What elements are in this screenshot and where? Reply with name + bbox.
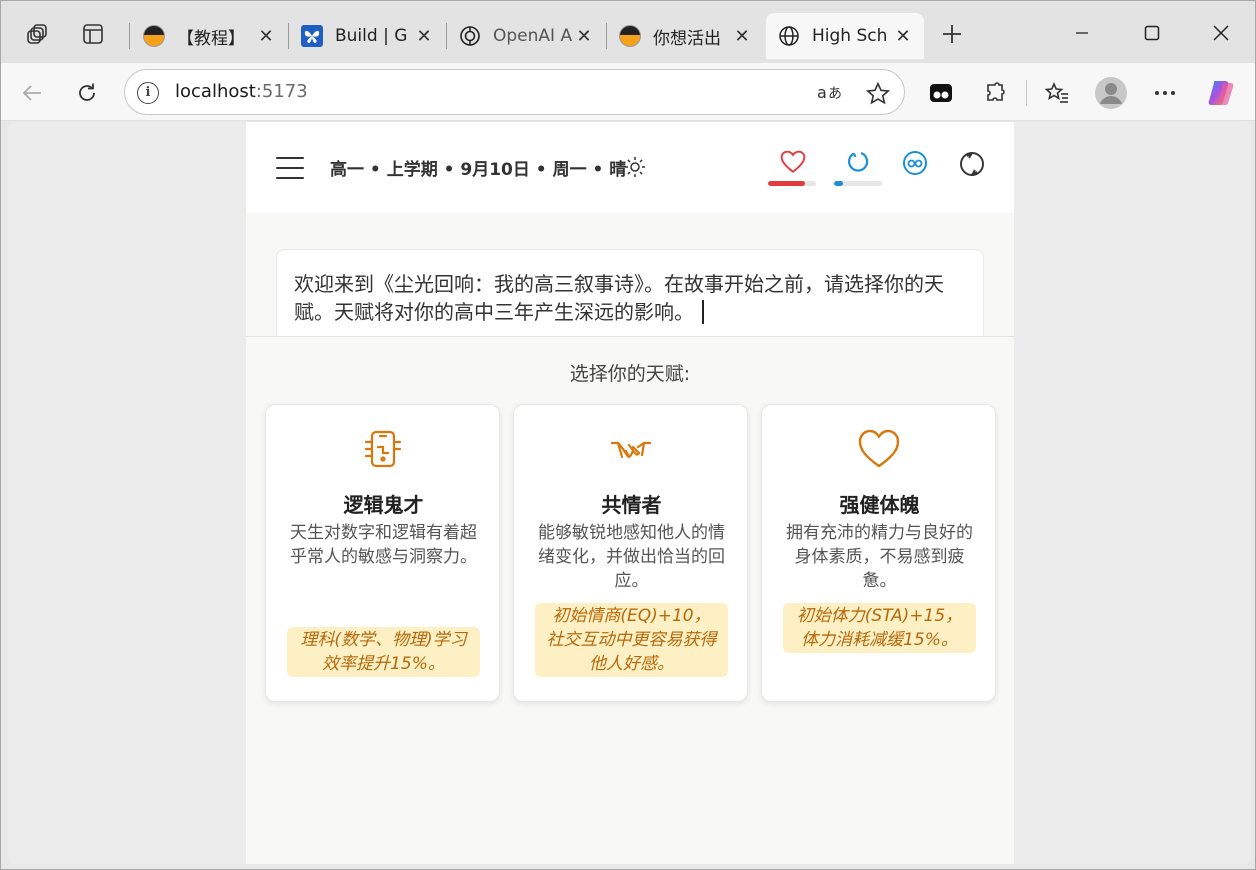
favorites-list-icon[interactable]	[1040, 76, 1074, 110]
talent-choice-panel: 选择你的天赋: 逻辑鬼才 天生对数字和逻辑有着超乎常人的敏感与洞察力。 理科(数…	[246, 336, 1014, 864]
handshake-icon	[610, 441, 652, 459]
info-icon[interactable]: i	[137, 82, 159, 104]
talent-name: 逻辑鬼才	[343, 493, 424, 517]
more-options-icon[interactable]	[1148, 76, 1182, 110]
svg-text:a: a	[817, 83, 827, 102]
heart-icon	[858, 429, 900, 468]
close-icon[interactable]: ✕	[573, 26, 595, 47]
tab-1[interactable]: Build | G ✕	[289, 13, 445, 59]
health-stat[interactable]	[768, 150, 816, 190]
tab-title: High Sch	[812, 26, 888, 46]
refresh-icon[interactable]	[70, 76, 104, 110]
tab-title: OpenAI A	[493, 26, 573, 46]
browser-toolbar: i localhost:5173 aあ	[1, 63, 1255, 121]
social-stat[interactable]	[890, 150, 938, 190]
maximize-icon[interactable]	[1132, 15, 1172, 51]
address-bar[interactable]: i localhost:5173 aあ	[124, 69, 905, 115]
extensions-puzzle-icon[interactable]	[978, 76, 1012, 110]
page-viewport: 高一 • 上学期 • 9月10日 • 周一 • 晴 欢迎来到《尘光回响：我的高三…	[8, 122, 1251, 864]
tab-title: 你想活出	[653, 28, 721, 49]
story-box: 欢迎来到《尘光回响：我的高三叙事诗》。在故事开始之前，请选择你的天赋。天赋将对你…	[276, 249, 984, 349]
favorite-star-icon[interactable]	[865, 81, 891, 112]
energy-stat[interactable]	[834, 150, 882, 190]
tab-actions-icon[interactable]	[78, 19, 108, 49]
game-header: 高一 • 上学期 • 9月10日 • 周一 • 晴	[246, 122, 1014, 213]
talent-card-logic[interactable]: 逻辑鬼才 天生对数字和逻辑有着超乎常人的敏感与洞察力。 理科(数学、物理)学习效…	[265, 404, 500, 702]
talent-desc: 天生对数字和逻辑有着超乎常人的敏感与洞察力。	[290, 523, 477, 567]
talent-card-physique[interactable]: 强健体魄 拥有充沛的精力与良好的身体素质，不易感到疲惫。 初始体力(STA)+1…	[761, 404, 996, 702]
split-circle-icon	[143, 25, 165, 47]
tab-0[interactable]: 【教程】 ✕	[131, 13, 287, 59]
talent-effect: 初始情商(EQ)+10，社交互动中更容易获得他人好感。	[535, 603, 728, 677]
talent-desc: 拥有充沛的精力与良好的身体素质，不易感到疲惫。	[786, 523, 973, 591]
url-text[interactable]: localhost:5173	[175, 81, 308, 102]
svg-text:あ: あ	[828, 86, 842, 102]
tab-3[interactable]: 你想活出 ✕	[607, 13, 763, 59]
split-circle-icon	[619, 25, 641, 47]
talent-name: 强健体魄	[839, 493, 920, 517]
game-app: 高一 • 上学期 • 9月10日 • 周一 • 晴 欢迎来到《尘光回响：我的高三…	[246, 122, 1014, 864]
tab-title: 【教程】	[177, 28, 245, 49]
openai-icon	[460, 26, 480, 46]
talent-card-empathy[interactable]: 共情者 能够敏锐地感知他人的情绪变化，并做出恰当的回应。 初始情商(EQ)+10…	[513, 404, 748, 702]
butterfly-icon	[301, 25, 323, 47]
back-icon[interactable]	[15, 76, 49, 110]
health-bar-fill	[768, 181, 806, 186]
close-window-icon[interactable]	[1201, 15, 1241, 51]
new-tab-icon[interactable]	[937, 19, 967, 49]
choice-title: 选择你的天赋:	[569, 363, 691, 385]
energy-bar	[834, 181, 882, 186]
phone-brain-icon	[364, 430, 402, 468]
talent-desc: 能够敏锐地感知他人的情绪变化，并做出恰当的回应。	[538, 523, 725, 591]
heart-icon	[780, 150, 806, 173]
social-loop-icon	[903, 151, 927, 175]
mood-stat[interactable]	[946, 150, 994, 190]
menu-icon[interactable]	[276, 157, 304, 179]
copilot-icon[interactable]	[1205, 76, 1239, 110]
text-caret	[702, 300, 704, 324]
globe-icon	[779, 26, 799, 46]
close-icon[interactable]: ✕	[255, 26, 277, 47]
browser-window: 【教程】 ✕ Build | G ✕ OpenAI A ✕ 你想活出 ✕ Hig…	[0, 0, 1256, 870]
read-aloud-icon[interactable]: aあ	[817, 81, 845, 108]
minimize-icon[interactable]	[1062, 15, 1102, 51]
tab-4-active[interactable]: High Sch ✕	[766, 13, 924, 59]
story-text: 欢迎来到《尘光回响：我的高三叙事诗》。在故事开始之前，请选择你的天赋。天赋将对你…	[294, 272, 944, 324]
energy-ring-icon	[848, 151, 869, 172]
workspaces-icon[interactable]	[23, 19, 53, 49]
tab-2[interactable]: OpenAI A ✕	[447, 13, 605, 59]
mood-swirl-icon	[960, 152, 984, 176]
talent-name: 共情者	[601, 493, 662, 517]
health-bar	[768, 181, 816, 186]
close-icon[interactable]: ✕	[731, 26, 753, 47]
extension-glasses-icon[interactable]	[924, 76, 958, 110]
sun-icon	[625, 157, 645, 177]
close-icon[interactable]: ✕	[413, 26, 435, 47]
close-icon[interactable]: ✕	[892, 26, 914, 47]
tab-bar: 【教程】 ✕ Build | G ✕ OpenAI A ✕ 你想活出 ✕ Hig…	[1, 1, 1255, 63]
talent-effect: 初始体力(STA)+15，体力消耗减缓15%。	[783, 603, 976, 653]
energy-bar-fill	[834, 181, 843, 186]
date-line: 高一 • 上学期 • 9月10日 • 周一 • 晴	[330, 160, 627, 180]
talent-effect: 理科(数学、物理)学习效率提升15%。	[287, 627, 480, 677]
tab-title: Build | G	[335, 26, 408, 46]
profile-avatar-icon[interactable]	[1094, 76, 1128, 110]
